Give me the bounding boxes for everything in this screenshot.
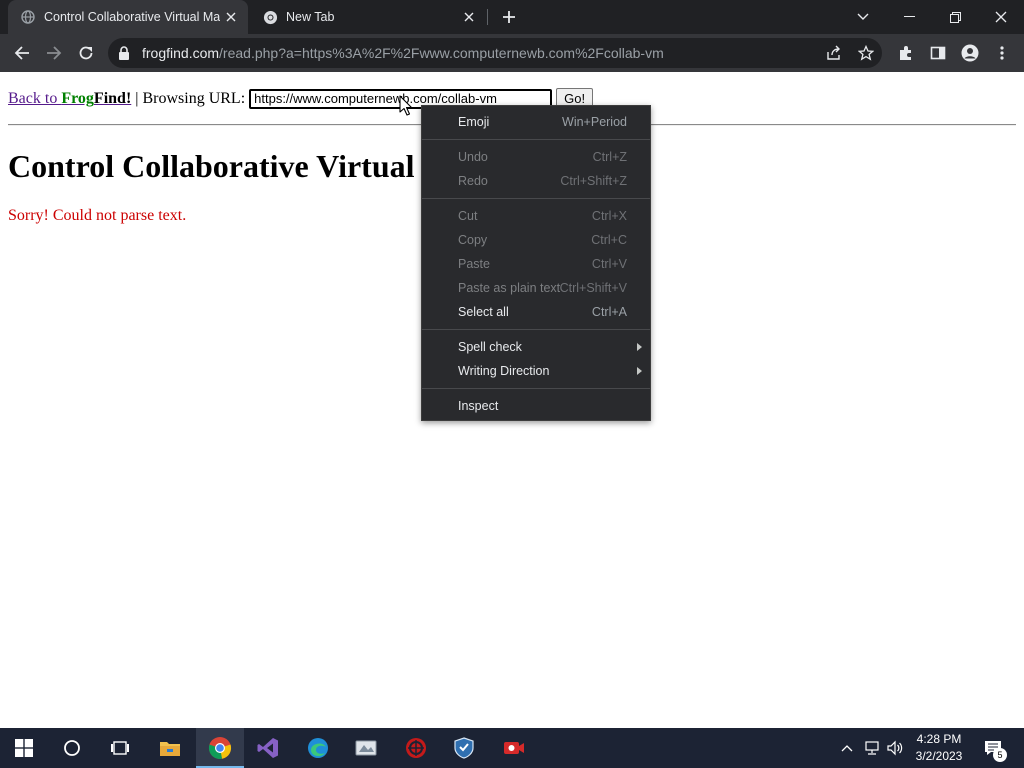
menu-item-shortcut: Ctrl+X: [591, 209, 627, 223]
lock-icon[interactable]: [118, 46, 132, 60]
menu-item-shortcut: Ctrl+Shift+V: [559, 281, 627, 295]
clock-date: 3/2/2023: [915, 749, 963, 763]
browser-toolbar: frogfind.com/read.php?a=https%3A%2F%2Fww…: [0, 34, 1024, 72]
menu-item-paste[interactable]: Paste Ctrl+V: [422, 252, 650, 276]
restore-icon[interactable]: [932, 0, 978, 34]
address-path: /read.php?a=https%3A%2F%2Fwww.computerne…: [219, 45, 664, 61]
menu-separator: [422, 329, 650, 330]
file-explorer-icon[interactable]: [146, 728, 194, 768]
start-icon[interactable]: [0, 728, 48, 768]
menu-item-select-all[interactable]: Select all Ctrl+A: [422, 300, 650, 324]
app-icon[interactable]: [342, 728, 390, 768]
network-icon[interactable]: [860, 728, 884, 768]
visual-studio-icon[interactable]: [244, 728, 292, 768]
system-clock[interactable]: 4:28 PM 3/2/2023: [908, 731, 970, 765]
menu-item-redo[interactable]: Redo Ctrl+Shift+Z: [422, 169, 650, 193]
menu-item-inspect[interactable]: Inspect: [422, 394, 650, 418]
notification-count-badge: 5: [993, 748, 1007, 762]
show-hidden-icons-icon[interactable]: [836, 728, 858, 768]
side-panel-icon[interactable]: [926, 41, 950, 65]
address-host: frogfind.com: [142, 45, 220, 61]
menu-separator: [422, 388, 650, 389]
tab-search-icon[interactable]: [840, 0, 886, 34]
bookmark-star-icon[interactable]: [857, 44, 875, 61]
edge-icon[interactable]: [294, 728, 342, 768]
red-app-icon[interactable]: [392, 728, 440, 768]
menu-item-shortcut: Ctrl+Z: [592, 150, 627, 164]
tab-title: New Tab: [286, 10, 335, 24]
menu-item-label: Writing Direction: [458, 364, 550, 378]
profile-icon[interactable]: [958, 41, 982, 65]
close-window-icon[interactable]: [978, 0, 1024, 34]
task-view-icon[interactable]: [96, 728, 144, 768]
menu-item-shortcut: Ctrl+C: [591, 233, 627, 247]
menu-item-label: Spell check: [458, 340, 522, 354]
menu-item-label: Undo: [458, 150, 488, 164]
chrome-icon: [262, 9, 278, 25]
tab-close-icon[interactable]: [220, 6, 242, 28]
context-menu: Emoji Win+Period Undo Ctrl+Z Redo Ctrl+Shif…: [421, 105, 651, 421]
forward-arrow-icon[interactable]: [42, 41, 66, 65]
mouse-pointer-icon: [399, 95, 413, 117]
address-url: frogfind.com/read.php?a=https%3A%2F%2Fww…: [142, 45, 664, 61]
tab-strip: Control Collaborative Virtual Mac New Ta…: [0, 0, 1024, 34]
tab-new-tab[interactable]: New Tab: [250, 0, 486, 34]
windows-taskbar: 4:28 PM 3/2/2023: [0, 728, 1024, 768]
extensions-icon[interactable]: [894, 41, 918, 65]
menu-item-label: Redo: [458, 174, 488, 188]
menu-kebab-icon[interactable]: [990, 41, 1014, 65]
menu-item-undo[interactable]: Undo Ctrl+Z: [422, 145, 650, 169]
menu-item-label: Copy: [458, 233, 488, 247]
volume-icon[interactable]: [884, 728, 906, 768]
menu-item-shortcut: Win+Period: [562, 115, 627, 129]
browsing-url-label: Browsing URL:: [142, 89, 246, 107]
clock-time: 4:28 PM: [916, 732, 962, 746]
tab-close-icon[interactable]: [458, 6, 480, 28]
menu-item-shortcut: Ctrl+A: [591, 305, 627, 319]
new-tab-icon[interactable]: [498, 6, 520, 28]
cortana-icon[interactable]: [48, 728, 96, 768]
menu-separator: [422, 139, 650, 140]
chrome-icon[interactable]: [196, 728, 244, 768]
tab-title: Control Collaborative Virtual Mac: [44, 10, 220, 24]
globe-icon: [20, 9, 36, 25]
menu-item-cut[interactable]: Cut Ctrl+X: [422, 204, 650, 228]
address-bar[interactable]: frogfind.com/read.php?a=https%3A%2F%2Fww…: [108, 38, 882, 68]
menu-item-label: Cut: [458, 209, 478, 223]
menu-item-label: Emoji: [458, 115, 490, 129]
menu-item-emoji[interactable]: Emoji Win+Period: [422, 110, 650, 134]
menu-item-paste-plain[interactable]: Paste as plain text Ctrl+Shift+V: [422, 276, 650, 300]
back-to-frogfind-link[interactable]: Back to FrogFind!: [8, 90, 131, 108]
menu-item-shortcut: Ctrl+Shift+Z: [560, 174, 627, 188]
menu-item-label: Paste: [458, 257, 490, 271]
tab-divider: [487, 9, 488, 25]
submenu-arrow-icon: [637, 367, 642, 375]
menu-item-writing-direction[interactable]: Writing Direction: [422, 359, 650, 383]
recorder-icon[interactable]: [490, 728, 538, 768]
back-link-frog: Frog: [61, 89, 94, 107]
menu-item-label: Paste as plain text: [458, 281, 561, 295]
back-arrow-icon[interactable]: [10, 41, 34, 65]
menu-item-label: Inspect: [458, 399, 499, 413]
minimize-icon[interactable]: [886, 0, 932, 34]
menu-separator: [422, 198, 650, 199]
share-icon[interactable]: [826, 45, 842, 61]
tab-active[interactable]: Control Collaborative Virtual Mac: [8, 0, 248, 34]
menu-item-shortcut: Ctrl+V: [591, 257, 627, 271]
back-link-prefix: Back to: [8, 89, 62, 107]
back-link-find: Find!: [93, 89, 132, 107]
nav-separator: |: [131, 89, 143, 107]
menu-item-spell-check[interactable]: Spell check: [422, 335, 650, 359]
menu-item-label: Select all: [458, 305, 509, 319]
shield-app-icon[interactable]: [440, 728, 488, 768]
error-message: Sorry! Could not parse text.: [8, 207, 187, 224]
reload-icon[interactable]: [74, 41, 98, 65]
submenu-arrow-icon: [637, 343, 642, 351]
menu-item-copy[interactable]: Copy Ctrl+C: [422, 228, 650, 252]
